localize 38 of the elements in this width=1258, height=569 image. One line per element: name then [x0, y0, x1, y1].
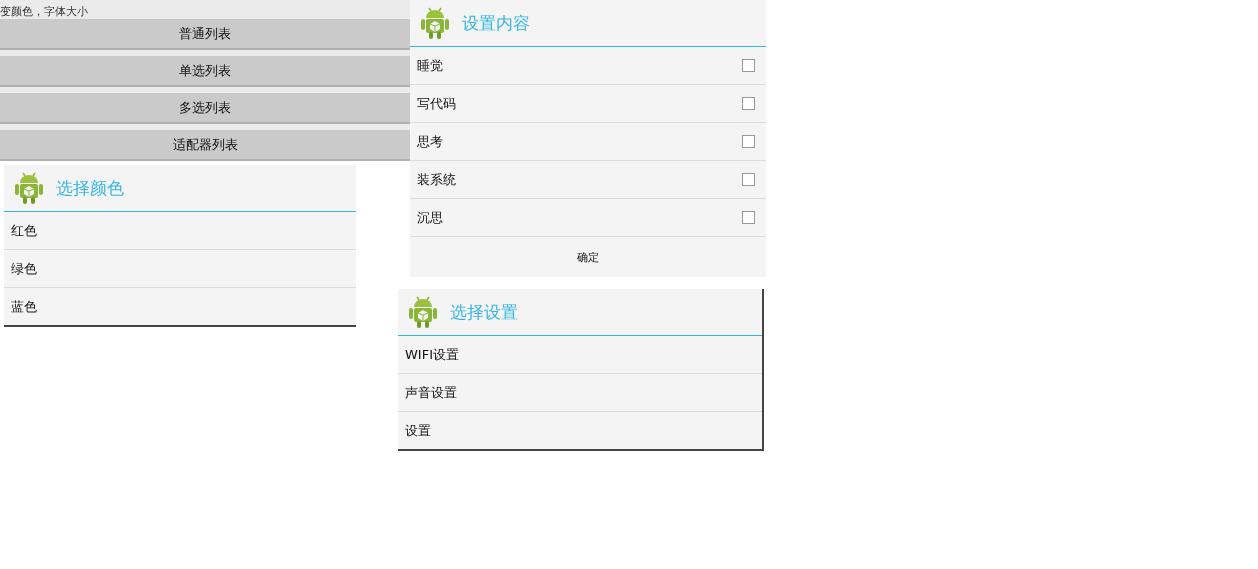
item-label: 睡觉 [417, 56, 443, 75]
dialog-title: 设置内容 [462, 11, 530, 35]
list-item[interactable]: WIFI设置 [398, 336, 762, 374]
item-label: 沉思 [417, 208, 443, 227]
list-item[interactable]: 蓝色 [4, 288, 356, 325]
checkbox[interactable] [742, 135, 755, 148]
item-label: 绿色 [11, 259, 37, 278]
list-item[interactable]: 红色 [4, 212, 356, 250]
item-label: 声音设置 [405, 383, 457, 402]
item-label: 设置 [405, 421, 431, 440]
robot-icon [408, 295, 438, 329]
list-type-button[interactable]: 适配器列表 [0, 130, 410, 161]
list-type-button[interactable]: 单选列表 [0, 56, 410, 87]
item-label: 思考 [417, 132, 443, 151]
checkbox[interactable] [742, 59, 755, 72]
robot-icon [420, 6, 450, 40]
list-item[interactable]: 声音设置 [398, 374, 762, 412]
checkbox[interactable] [742, 211, 755, 224]
item-label: WIFI设置 [405, 345, 459, 364]
list-item[interactable]: 写代码 [410, 85, 766, 123]
checkbox[interactable] [742, 173, 755, 186]
robot-icon [14, 171, 44, 205]
checkbox[interactable] [742, 97, 755, 110]
list-item[interactable]: 装系统 [410, 161, 766, 199]
list-item[interactable]: 沉思 [410, 199, 766, 236]
list-type-button[interactable]: 普通列表 [0, 19, 410, 50]
list-type-button[interactable]: 多选列表 [0, 93, 410, 124]
dialog-title: 选择颜色 [56, 176, 124, 200]
item-label: 蓝色 [11, 297, 37, 316]
caption-text: 变颜色，字体大小 [0, 5, 88, 18]
item-label: 红色 [11, 221, 37, 240]
item-label: 装系统 [417, 170, 456, 189]
dialog-title: 选择设置 [450, 300, 518, 324]
list-item[interactable]: 睡觉 [410, 47, 766, 85]
item-label: 写代码 [417, 94, 456, 113]
list-item[interactable]: 设置 [398, 412, 762, 449]
list-item[interactable]: 绿色 [4, 250, 356, 288]
list-item[interactable]: 思考 [410, 123, 766, 161]
